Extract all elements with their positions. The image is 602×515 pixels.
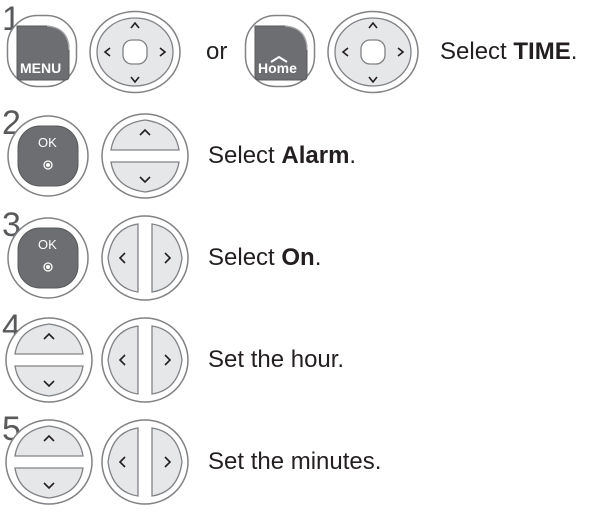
step-2-bold: Alarm bbox=[281, 142, 350, 169]
step-1-post: . bbox=[570, 38, 578, 65]
home-button-icon bbox=[244, 14, 316, 88]
home-button-label: Home bbox=[258, 60, 297, 76]
step-3-post: . bbox=[314, 244, 322, 271]
step-2-text: Select bbox=[208, 142, 282, 169]
menu-button-icon bbox=[6, 14, 78, 88]
ok-button-icon bbox=[7, 217, 89, 299]
step-3-instruction: Select On. bbox=[208, 246, 321, 270]
left-right-button-icon bbox=[101, 317, 189, 403]
ok-button-label: OK bbox=[38, 237, 57, 252]
step-3-text: Select bbox=[208, 244, 282, 271]
or-label: or bbox=[206, 38, 228, 65]
step-4-instruction: Set the hour. bbox=[208, 346, 345, 373]
step-2-instruction: Select Alarm. bbox=[208, 144, 356, 168]
step-5-instruction: Set the minutes. bbox=[208, 448, 382, 475]
left-right-button-icon bbox=[101, 215, 189, 301]
ok-button-icon bbox=[7, 115, 89, 197]
step-1-bold: TIME bbox=[513, 38, 571, 65]
up-down-button-icon bbox=[101, 113, 189, 199]
ok-button-label: OK bbox=[38, 135, 57, 150]
navigation-pad-icon bbox=[327, 10, 419, 94]
menu-button-label: MENU bbox=[20, 60, 62, 76]
step-1-text: Select bbox=[440, 38, 514, 65]
up-down-button-icon bbox=[5, 317, 93, 403]
left-right-button-icon bbox=[101, 419, 189, 505]
step-3-bold: On bbox=[281, 244, 315, 271]
navigation-pad-icon bbox=[89, 10, 181, 94]
step-2-post: . bbox=[349, 142, 357, 169]
up-down-button-icon bbox=[5, 419, 93, 505]
step-1-instruction: Select TIME. bbox=[440, 40, 577, 64]
